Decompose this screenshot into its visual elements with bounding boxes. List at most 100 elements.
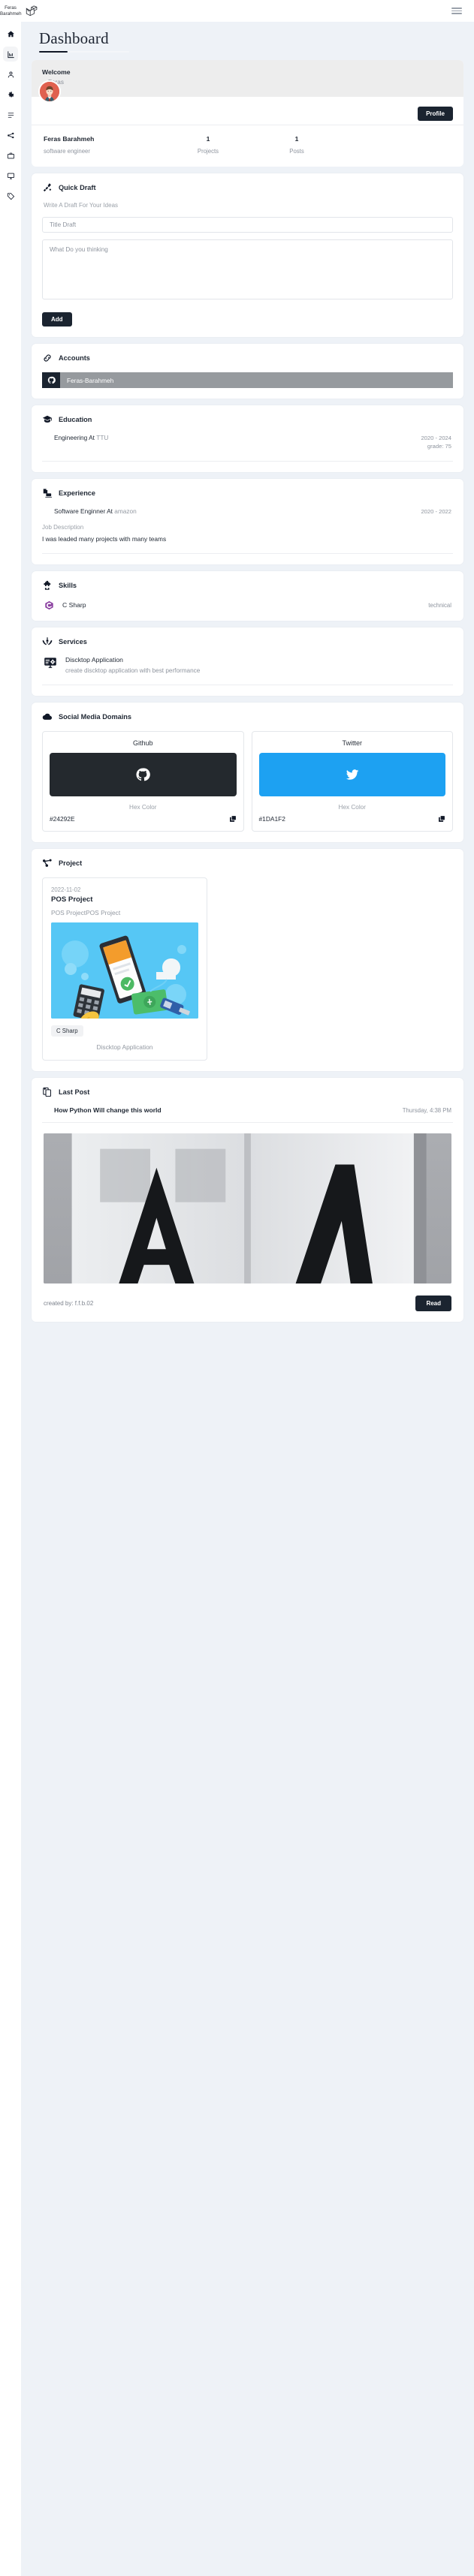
services-header: Services [42, 636, 453, 647]
stat-value: 1 [206, 135, 210, 143]
experience-years: 2020 - 2022 [421, 508, 451, 516]
skill-name: C Sharp [62, 601, 86, 609]
twitter-icon [346, 769, 359, 781]
welcome-card: Welcome Feras Profile [32, 60, 463, 167]
copy-icon[interactable] [229, 815, 237, 823]
stat-label: software engineer [44, 148, 90, 155]
social-grid: Github Hex Color #24292E Twitter Hex Col [42, 731, 453, 832]
education-item: Engineering At TTU 2020 - 2024 grade: 75 [42, 434, 453, 450]
experience-item: Software Enginner At amazon 2020 - 2022 [42, 507, 453, 516]
hamburger-menu-icon[interactable] [451, 7, 462, 15]
menu-bar-2 [451, 10, 462, 12]
sidebar-item-settings[interactable] [3, 87, 18, 102]
service-item: Discktop Application create discktop app… [42, 656, 453, 674]
draft-body-textarea[interactable] [42, 239, 453, 300]
education-card: Education Engineering At TTU 2020 - 2024… [32, 405, 463, 473]
profile-button[interactable]: Profile [418, 107, 453, 122]
post-head: How Python Will change this world Thursd… [42, 1106, 453, 1114]
services-title: Services [59, 638, 87, 646]
draft-title-input[interactable] [42, 217, 453, 233]
social-media-header: Social Media Domains [42, 712, 453, 722]
education-years: 2020 - 2024 [421, 435, 451, 442]
laravel-logo-icon[interactable] [25, 5, 38, 18]
last-post-header: Last Post [42, 1087, 453, 1097]
sidebar [0, 22, 21, 2576]
service-description: create discktop application with best pe… [65, 667, 201, 675]
welcome-title: Welcome [42, 68, 71, 77]
copy-icon[interactable] [438, 815, 445, 823]
created-by: created by: f.f.b.02 [44, 1300, 94, 1308]
hex-value: #24292E [50, 815, 75, 823]
quick-draft-card: Quick Draft Write A Draft For Your Ideas… [32, 173, 463, 338]
sidebar-item-profile[interactable] [3, 67, 18, 82]
read-button[interactable]: Read [415, 1296, 451, 1312]
profile-stats: Feras Barahmeh software engineer 1 Proje… [32, 125, 463, 167]
brand-name: Feras Barahmeh [0, 5, 22, 17]
page-title-wrap: Dashboard [29, 22, 466, 60]
project-item[interactable]: 2022-11-02 POS Project POS ProjectPOS Pr… [42, 877, 207, 1061]
hands-holding-icon [42, 636, 53, 647]
hex-value: #1DA1F2 [258, 815, 285, 823]
csharp-icon: # [44, 600, 54, 610]
welcome-middle: Profile [32, 80, 463, 126]
skill-type: technical [428, 601, 451, 609]
project-header: Project [42, 858, 453, 868]
education-meta: 2020 - 2024 grade: 75 [421, 434, 451, 450]
main-content: Dashboard Welcome Feras [21, 22, 474, 2576]
project-date: 2022-11-02 [51, 886, 81, 894]
sidebar-item-skills[interactable] [3, 188, 18, 203]
monitor-gear-icon [44, 656, 57, 670]
institution-text: TTU [96, 434, 109, 442]
sidebar-item-experience[interactable] [3, 148, 18, 163]
social-media-title: Social Media Domains [59, 713, 132, 721]
social-name: Github [132, 739, 153, 748]
post-footer: created by: f.f.b.02 Read [42, 1296, 453, 1312]
experience-title: Experience [59, 489, 96, 498]
last-post-title: Last Post [59, 1088, 90, 1097]
account-name: Feras-Barahmeh [60, 372, 453, 389]
graduation-cap-icon [42, 414, 53, 425]
service-body: Discktop Application create discktop app… [65, 656, 200, 674]
color-swatch [258, 753, 445, 797]
top-bar: Feras Barahmeh [0, 0, 474, 22]
sidebar-item-home[interactable] [3, 26, 18, 41]
job-description-label: Job Description [42, 524, 84, 531]
menu-bar-1 [451, 7, 462, 9]
skills-header: Skills [42, 580, 453, 591]
quick-draft-hint: Write A Draft For Your Ideas [44, 202, 119, 209]
sidebar-item-projects[interactable] [3, 128, 18, 143]
experience-card: Experience Software Enginner At amazon 2… [32, 479, 463, 565]
puzzle-piece-icon [42, 580, 53, 591]
cloud-icon [42, 712, 53, 722]
project-title: Project [59, 859, 83, 868]
quick-draft-header: Quick Draft [42, 182, 453, 193]
post-image [44, 1133, 451, 1284]
stat-projects: 1 Projects [164, 135, 252, 155]
education-title: Education [59, 416, 92, 424]
link-icon [42, 353, 53, 363]
social-card-github: Github Hex Color #24292E [42, 731, 244, 832]
degree-text: Engineering At [54, 434, 95, 442]
avatar [38, 80, 61, 104]
role-text: Software Enginner At [54, 507, 113, 516]
skill-item: # C Sharp technical [42, 600, 453, 610]
stat-value: 1 [294, 135, 299, 143]
company-text: amazon [114, 507, 137, 516]
post-divider [42, 1122, 453, 1124]
add-button-wrap: Add [42, 311, 453, 327]
account-item[interactable]: Feras-Barahmeh [42, 372, 453, 389]
sidebar-item-dashboard[interactable] [3, 47, 18, 62]
experience-header: Experience [42, 488, 453, 498]
stat-value: Feras Barahmeh [44, 135, 95, 143]
service-title: Discktop Application [65, 656, 123, 664]
laptop-file-icon [42, 488, 53, 498]
sidebar-item-services[interactable] [3, 168, 18, 183]
project-card-section: Project 2022-11-02 POS Project POS Proje… [32, 849, 463, 1072]
accounts-title: Accounts [59, 354, 90, 363]
share-nodes-icon [42, 858, 53, 868]
social-media-card: Social Media Domains Github Hex Color #2… [32, 703, 463, 843]
hex-color-label: Hex Color [338, 804, 366, 811]
add-draft-button[interactable]: Add [42, 312, 72, 327]
sidebar-item-education[interactable] [3, 107, 18, 122]
pen-ruler-icon [42, 182, 53, 193]
